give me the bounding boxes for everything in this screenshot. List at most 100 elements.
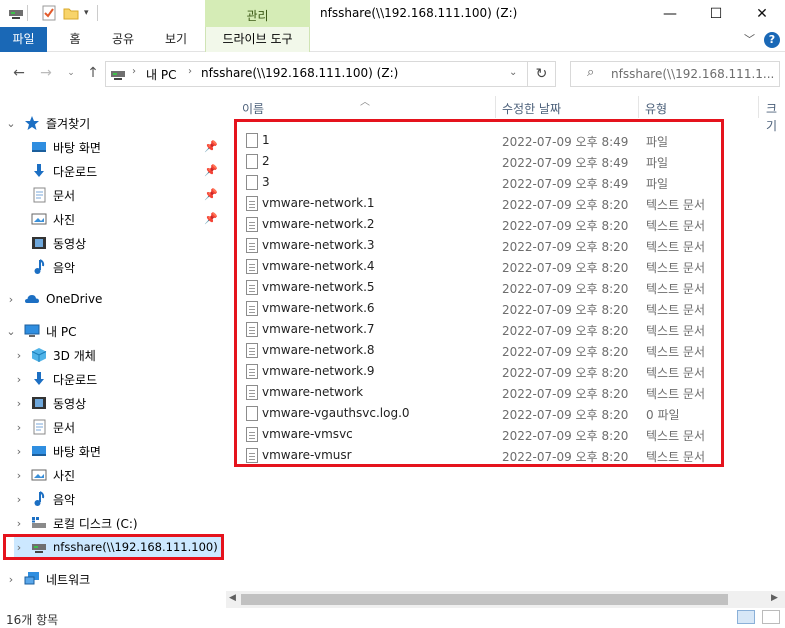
nav-pc-music[interactable]: › 음악 bbox=[14, 488, 75, 510]
nav-pc-3d-objects[interactable]: › 3D 개체 bbox=[14, 344, 96, 366]
nav-this-pc[interactable]: ⌄ 내 PC bbox=[0, 320, 76, 342]
nav-quick-music[interactable]: 음악 bbox=[31, 256, 75, 278]
column-divider[interactable] bbox=[495, 96, 496, 118]
file-row[interactable]: 3 2022-07-09 오후 8:49 파일 bbox=[237, 172, 717, 193]
address-row: ← → ⌄ ↑ › 내 PC › nfsshare(\\192.168.111.… bbox=[0, 52, 785, 96]
tab-view[interactable]: 보기 bbox=[157, 27, 195, 52]
minimize-button[interactable]: — bbox=[647, 0, 693, 27]
refresh-button[interactable]: ↻ bbox=[528, 61, 556, 87]
file-date: 2022-07-09 오후 8:49 bbox=[502, 177, 629, 191]
properties-icon[interactable] bbox=[41, 5, 57, 21]
nav-pc-pictures[interactable]: › 사진 bbox=[14, 464, 75, 486]
pin-icon[interactable]: 📌 bbox=[204, 212, 218, 225]
file-row[interactable]: vmware-network.7 2022-07-09 오후 8:20 텍스트 문서 bbox=[237, 319, 717, 340]
nav-pc-documents[interactable]: › 문서 bbox=[14, 416, 75, 438]
maximize-button[interactable]: ☐ bbox=[693, 0, 739, 27]
forward-arrow-icon[interactable]: → bbox=[37, 64, 55, 82]
file-row[interactable]: vmware-vgauthsvc.log.0 2022-07-09 오후 8:20… bbox=[237, 403, 717, 424]
text-document-icon bbox=[246, 427, 258, 442]
file-type: 텍스트 문서 bbox=[646, 450, 706, 464]
ribbon-expand-icon[interactable]: ﹀ bbox=[744, 31, 755, 47]
breadcrumb-drive[interactable]: nfsshare(\\192.168.111.100) (Z:) bbox=[201, 66, 398, 80]
download-icon bbox=[31, 371, 47, 387]
nav-label: 즐겨찾기 bbox=[46, 116, 91, 131]
sort-ascending-icon: ︿ bbox=[360, 97, 370, 108]
file-date: 2022-07-09 오후 8:20 bbox=[502, 282, 629, 296]
file-row[interactable]: vmware-vmusr 2022-07-09 오후 8:20 텍스트 문서 bbox=[237, 445, 717, 466]
expand-chevron-icon[interactable]: › bbox=[5, 293, 17, 306]
scroll-right-arrow-icon[interactable]: ▶ bbox=[771, 593, 778, 603]
nav-network[interactable]: › 네트워크 bbox=[0, 568, 90, 590]
column-date-modified[interactable]: 수정한 날짜 bbox=[502, 100, 561, 117]
nav-pc-downloads[interactable]: › 다운로드 bbox=[14, 368, 97, 390]
column-size[interactable]: 크기 bbox=[766, 100, 785, 134]
expand-chevron-icon[interactable]: › bbox=[5, 573, 17, 586]
nav-pc-local-disk[interactable]: › 로컬 디스크 (C:) bbox=[14, 512, 138, 534]
expand-chevron-icon[interactable]: › bbox=[13, 469, 25, 482]
address-bar[interactable]: › 내 PC › nfsshare(\\192.168.111.100) (Z:… bbox=[105, 61, 528, 87]
search-input[interactable]: ⌕ nfsshare(\\192.168.111.1... bbox=[570, 61, 780, 87]
file-row[interactable]: vmware-network 2022-07-09 오후 8:20 텍스트 문서 bbox=[237, 382, 717, 403]
collapse-chevron-icon[interactable]: ⌄ bbox=[5, 117, 17, 130]
close-button[interactable]: ✕ bbox=[739, 0, 785, 27]
file-row[interactable]: vmware-network.9 2022-07-09 오후 8:20 텍스트 문서 bbox=[237, 361, 717, 382]
file-row[interactable]: vmware-network.8 2022-07-09 오후 8:20 텍스트 문서 bbox=[237, 340, 717, 361]
file-row[interactable]: vmware-network.2 2022-07-09 오후 8:20 텍스트 문서 bbox=[237, 214, 717, 235]
breadcrumb-this-pc[interactable]: 내 PC bbox=[146, 66, 176, 83]
expand-chevron-icon[interactable]: › bbox=[13, 373, 25, 386]
file-date: 2022-07-09 오후 8:49 bbox=[502, 156, 629, 170]
tab-share[interactable]: 공유 bbox=[104, 27, 142, 52]
expand-chevron-icon[interactable]: › bbox=[13, 493, 25, 506]
recent-dropdown-icon[interactable]: ⌄ bbox=[62, 64, 80, 82]
file-row[interactable]: vmware-network.5 2022-07-09 오후 8:20 텍스트 문서 bbox=[237, 277, 717, 298]
column-divider[interactable] bbox=[638, 96, 639, 118]
tab-home[interactable]: 홈 bbox=[62, 27, 88, 52]
file-row[interactable]: vmware-network.3 2022-07-09 오후 8:20 텍스트 문서 bbox=[237, 235, 717, 256]
file-row[interactable]: vmware-vmsvc 2022-07-09 오후 8:20 텍스트 문서 bbox=[237, 424, 717, 445]
expand-chevron-icon[interactable]: › bbox=[13, 445, 25, 458]
nav-quick-documents[interactable]: 문서 bbox=[31, 184, 75, 206]
file-name: 2 bbox=[262, 154, 270, 168]
column-type[interactable]: 유형 bbox=[645, 100, 667, 117]
breadcrumb-chevron-icon[interactable]: › bbox=[132, 66, 136, 77]
file-type: 텍스트 문서 bbox=[646, 345, 706, 359]
nav-pc-videos[interactable]: › 동영상 bbox=[14, 392, 86, 414]
expand-chevron-icon[interactable]: › bbox=[13, 397, 25, 410]
nav-quick-pictures[interactable]: 사진 bbox=[31, 208, 75, 230]
collapse-chevron-icon[interactable]: ⌄ bbox=[5, 325, 17, 338]
drive-icon[interactable] bbox=[8, 5, 24, 21]
nav-pc-desktop[interactable]: › 바탕 화면 bbox=[14, 440, 101, 462]
expand-chevron-icon[interactable]: › bbox=[13, 517, 25, 530]
new-folder-icon[interactable] bbox=[63, 5, 79, 21]
file-name: vmware-network.4 bbox=[262, 259, 375, 273]
horizontal-scrollbar[interactable]: ◀ ▶ bbox=[226, 591, 785, 608]
address-dropdown-icon[interactable]: ⌄ bbox=[509, 67, 517, 78]
back-arrow-icon[interactable]: ← bbox=[10, 64, 28, 82]
nav-onedrive[interactable]: › OneDrive bbox=[0, 288, 103, 310]
file-row[interactable]: vmware-network.4 2022-07-09 오후 8:20 텍스트 문서 bbox=[237, 256, 717, 277]
pin-icon[interactable]: 📌 bbox=[204, 188, 218, 201]
nav-quick-access[interactable]: ⌄ 즐겨찾기 bbox=[0, 112, 90, 134]
nav-quick-videos[interactable]: 동영상 bbox=[31, 232, 86, 254]
help-icon[interactable]: ? bbox=[764, 32, 780, 48]
scrollbar-thumb[interactable] bbox=[241, 594, 728, 605]
expand-chevron-icon[interactable]: › bbox=[13, 421, 25, 434]
expand-chevron-icon[interactable]: › bbox=[13, 349, 25, 362]
file-row[interactable]: 1 2022-07-09 오후 8:49 파일 bbox=[237, 130, 717, 151]
file-row[interactable]: vmware-network.1 2022-07-09 오후 8:20 텍스트 문서 bbox=[237, 193, 717, 214]
up-arrow-icon[interactable]: ↑ bbox=[84, 64, 102, 82]
file-row[interactable]: 2 2022-07-09 오후 8:49 파일 bbox=[237, 151, 717, 172]
scroll-left-arrow-icon[interactable]: ◀ bbox=[229, 593, 236, 603]
breadcrumb-chevron-icon[interactable]: › bbox=[188, 66, 192, 77]
file-type: 텍스트 문서 bbox=[646, 282, 706, 296]
column-divider[interactable] bbox=[758, 96, 759, 118]
context-tab-manage[interactable]: 관리 bbox=[205, 0, 310, 27]
nav-quick-downloads[interactable]: 다운로드 bbox=[31, 160, 97, 182]
file-row[interactable]: vmware-network.6 2022-07-09 오후 8:20 텍스트 문서 bbox=[237, 298, 717, 319]
tab-drive-tools[interactable]: 드라이브 도구 bbox=[205, 27, 310, 52]
pin-icon[interactable]: 📌 bbox=[204, 140, 218, 153]
column-name[interactable]: 이름 bbox=[242, 100, 264, 117]
pin-icon[interactable]: 📌 bbox=[204, 164, 218, 177]
nav-quick-desktop[interactable]: 바탕 화면 bbox=[31, 136, 101, 158]
tab-file[interactable]: 파일 bbox=[0, 27, 47, 52]
